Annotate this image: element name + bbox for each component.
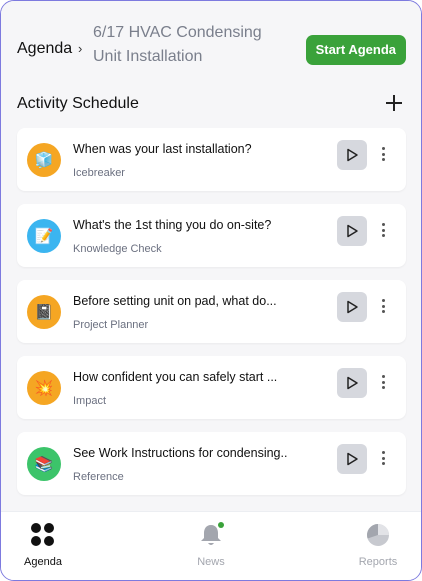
activity-type: Reference [73, 471, 124, 483]
reference-icon: 📚 [27, 447, 61, 481]
activity-card[interactable]: 📝 What's the 1st thing you do on-site? K… [17, 204, 406, 267]
activity-card[interactable]: 💥 How confident you can safely start ...… [17, 356, 406, 419]
activity-type: Impact [73, 395, 107, 407]
activity-card[interactable]: 🧊 When was your last installation? Icebr… [17, 128, 406, 191]
play-button[interactable] [337, 216, 367, 246]
grid-icon [30, 522, 56, 548]
more-options-icon[interactable] [377, 218, 389, 242]
icebreaker-icon: 🧊 [27, 143, 61, 177]
breadcrumb-chevron-icon: › [78, 41, 83, 56]
play-icon [347, 300, 358, 314]
activity-type: Knowledge Check [73, 243, 162, 255]
activity-type: Icebreaker [73, 167, 125, 179]
activity-card[interactable]: 📚 See Work Instructions for condensing..… [17, 432, 406, 495]
play-icon [347, 148, 358, 162]
more-options-icon[interactable] [377, 446, 389, 470]
activity-title: Before setting unit on pad, what do... [73, 294, 277, 308]
bell-icon [198, 522, 224, 548]
play-button[interactable] [337, 368, 367, 398]
page-title: 6/17 HVAC Condensing Unit Installation [93, 24, 262, 65]
project-planner-icon: 📓 [27, 295, 61, 329]
nav-agenda[interactable]: Agenda [3, 522, 83, 578]
header: Agenda › 6/17 HVAC Condensing Unit Insta… [1, 1, 421, 91]
nav-agenda-label: Agenda [24, 556, 62, 568]
play-icon [347, 224, 358, 238]
more-options-icon[interactable] [377, 142, 389, 166]
notification-dot [218, 522, 224, 528]
impact-icon: 💥 [27, 371, 61, 405]
activity-title: When was your last installation? [73, 142, 252, 156]
start-agenda-button[interactable]: Start Agenda [305, 35, 406, 65]
play-button[interactable] [337, 444, 367, 474]
play-button[interactable] [337, 292, 367, 322]
nav-news[interactable]: News [171, 522, 251, 578]
play-icon [347, 376, 358, 390]
pie-chart-icon [365, 522, 391, 548]
more-options-icon[interactable] [377, 370, 389, 394]
section-title: Activity Schedule [17, 95, 139, 112]
breadcrumb-agenda[interactable]: Agenda [17, 40, 72, 58]
more-options-icon[interactable] [377, 294, 389, 318]
plus-icon[interactable] [385, 94, 403, 112]
activity-title: See Work Instructions for condensing.. [73, 446, 288, 460]
activity-title: What's the 1st thing you do on-site? [73, 218, 272, 232]
nav-reports-label: Reports [358, 556, 398, 568]
activity-title: How confident you can safely start ... [73, 370, 278, 384]
bottom-nav: Agenda News Reports [1, 511, 421, 580]
nav-news-label: News [197, 556, 225, 568]
activity-list: 🧊 When was your last installation? Icebr… [17, 128, 406, 508]
play-icon [347, 452, 358, 466]
activity-type: Project Planner [73, 319, 149, 331]
knowledge-check-icon: 📝 [27, 219, 61, 253]
app-frame: Agenda › 6/17 HVAC Condensing Unit Insta… [0, 0, 422, 581]
play-button[interactable] [337, 140, 367, 170]
activity-card[interactable]: 📓 Before setting unit on pad, what do...… [17, 280, 406, 343]
nav-reports[interactable]: Reports [338, 522, 418, 578]
